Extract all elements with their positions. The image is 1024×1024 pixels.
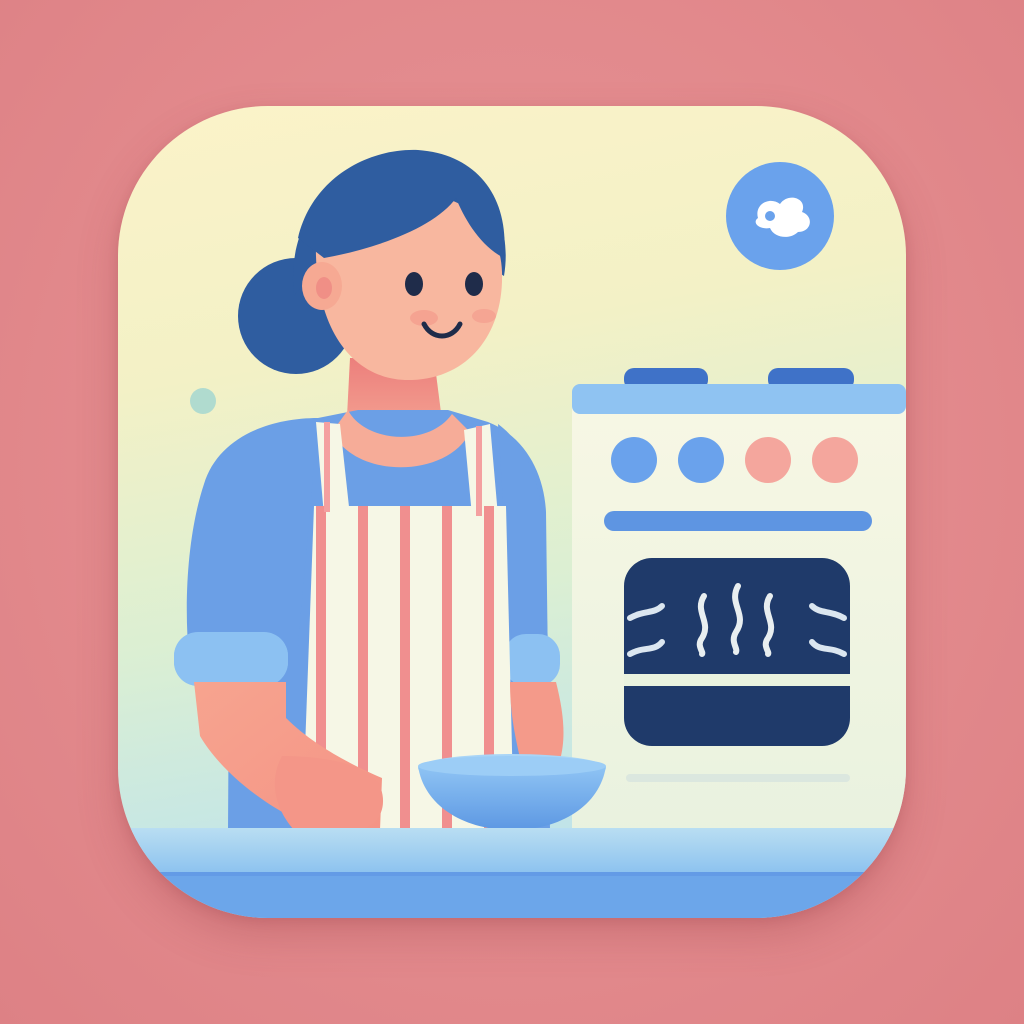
icon-background <box>0 0 1024 1024</box>
knob-1 <box>611 437 657 483</box>
chef-person <box>174 149 564 830</box>
stove <box>572 368 906 836</box>
eye-right <box>465 272 483 296</box>
kitchen-counter <box>118 828 906 918</box>
stove-top <box>572 384 906 414</box>
knob-2 <box>678 437 724 483</box>
eye-left <box>405 272 423 296</box>
knob-4 <box>812 437 858 483</box>
knob-3 <box>745 437 791 483</box>
decor-dot <box>190 388 216 414</box>
app-icon-tile[interactable] <box>118 106 906 918</box>
cooking-blob-icon <box>726 162 834 270</box>
oven-handle <box>604 511 872 531</box>
cooking-illustration <box>118 149 906 918</box>
sleeve-cuff-right <box>504 634 560 686</box>
